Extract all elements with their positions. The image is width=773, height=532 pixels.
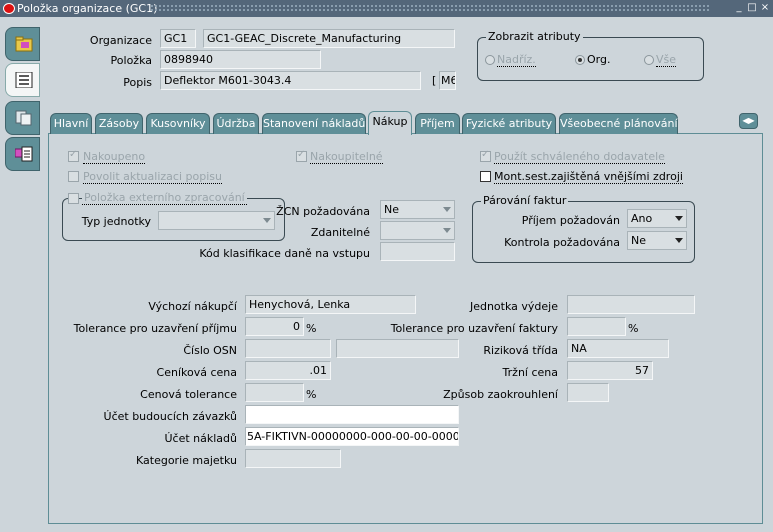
- trzni-cena-label: Tržní cena: [502, 366, 558, 379]
- descflex-field[interactable]: M6: [439, 71, 456, 90]
- zdanitelne-select[interactable]: [380, 221, 455, 240]
- list-icon: [15, 72, 33, 88]
- kategorie-majetku-label: Kategorie majetku: [136, 454, 237, 467]
- vychozi-nakupci-label: Výchozí nákupčí: [148, 300, 237, 313]
- vychozi-nakupci-field[interactable]: Henychová, Lenka: [245, 295, 416, 314]
- sidebar-categories-button[interactable]: [5, 137, 40, 171]
- zdanitelne-label: Zdanitelné: [310, 226, 370, 239]
- typ-jednotky-select[interactable]: [158, 211, 275, 230]
- maximize-button[interactable]: □: [746, 2, 758, 14]
- jednotka-vydeje-field[interactable]: [567, 295, 695, 314]
- ucet-nakladu-label: Účet nákladů: [164, 432, 237, 445]
- prijem-pozadovan-value: Ano: [631, 212, 653, 225]
- tab-nakup[interactable]: Nákup: [368, 111, 412, 135]
- tab-prijem[interactable]: Příjem: [415, 113, 460, 134]
- zobrazit-atributy-title: Zobrazit atributy: [486, 30, 583, 43]
- typ-jednotky-label: Typ jednotky: [81, 215, 151, 228]
- tab-vseobecne-planovani[interactable]: Všeobecné plánování: [559, 113, 678, 134]
- povolit-aktualizaci-checkbox[interactable]: [68, 171, 79, 182]
- radio-nadriz[interactable]: [485, 55, 495, 65]
- mont-sest-checkbox[interactable]: [480, 171, 491, 182]
- ucet-nakladu-field[interactable]: 5A-FIKTIVN-00000000-000-00-00-000000: [245, 427, 459, 446]
- organizace-name-field[interactable]: GC1-GEAC_Discrete_Manufacturing: [203, 29, 455, 48]
- radio-nadriz-label: Nadříz.: [497, 53, 536, 67]
- mont-sest-label: Mont.sest.zajištěná vnějšími zdroji: [494, 170, 683, 184]
- attachments-icon: [15, 110, 32, 126]
- sidebar-attachments-button[interactable]: [5, 101, 40, 135]
- sidebar-folder-button[interactable]: [5, 27, 40, 61]
- prijem-pozadovan-select[interactable]: Ano: [627, 209, 687, 228]
- rizikova-trida-label: Riziková třída: [483, 344, 558, 357]
- nakoupitelne-label: Nakoupitelné: [310, 150, 383, 164]
- tab-fyzicke-atributy[interactable]: Fyzické atributy: [462, 113, 556, 134]
- povolit-aktualizaci-label: Povolit aktualizaci popisu: [83, 170, 222, 184]
- tolerance-prijmu-label: Tolerance pro uzavření příjmu: [73, 322, 237, 335]
- nakoupitelne-checkbox[interactable]: [296, 149, 307, 162]
- nakoupeno-checkbox[interactable]: [68, 149, 79, 162]
- tab-scroll-button[interactable]: ◀▶: [739, 113, 758, 129]
- tolerance-prijmu-field[interactable]: 0: [245, 317, 304, 336]
- zpusob-zaokrouhleni-label: Způsob zaokrouhlení: [443, 388, 558, 401]
- cenova-tolerance-field[interactable]: [245, 383, 304, 402]
- cenikova-cena-field[interactable]: .01: [245, 361, 331, 380]
- close-button[interactable]: ×: [759, 2, 771, 14]
- radio-vse[interactable]: [644, 55, 654, 65]
- pouzit-schvaleneho-checkbox[interactable]: [480, 149, 491, 162]
- title-bar-texture: [150, 4, 711, 13]
- cenova-tolerance-percent: %: [306, 388, 317, 401]
- zcn-value: Ne: [384, 203, 399, 216]
- oracle-app-icon: [3, 3, 15, 14]
- kontrola-pozadovana-select[interactable]: Ne: [627, 231, 687, 250]
- tab-zasoby[interactable]: Zásoby: [95, 113, 143, 134]
- tab-udrzba[interactable]: Údržba: [213, 113, 259, 134]
- kategorie-majetku-field[interactable]: [245, 449, 341, 468]
- tab-stanoveni-nakladu[interactable]: Stanovení nákladů: [262, 113, 366, 134]
- window-title: Položka organizace (GC1): [17, 2, 158, 15]
- zcn-select[interactable]: Ne: [380, 200, 455, 219]
- rizikova-trida-field[interactable]: NA: [567, 339, 669, 358]
- radio-vse-label: Vše: [656, 53, 677, 67]
- zpusob-zaokrouhleni-field[interactable]: [567, 383, 609, 402]
- zcn-label: ŽCN požadována: [276, 205, 370, 218]
- cenova-tolerance-label: Cenová tolerance: [140, 388, 237, 401]
- tab-kusovniky[interactable]: Kusovníky: [146, 113, 210, 134]
- externi-zpracovani-checkbox[interactable]: [68, 193, 79, 204]
- popis-label: Popis: [123, 76, 152, 89]
- cenikova-cena-label: Ceníková cena: [156, 366, 237, 379]
- polozka-label: Položka: [110, 54, 152, 67]
- tab-hlavni[interactable]: Hlavní: [50, 113, 92, 134]
- minimize-button[interactable]: _: [733, 2, 745, 14]
- prijem-pozadovan-label: Příjem požadován: [521, 214, 620, 227]
- descflex-bracket: [: [432, 74, 437, 87]
- radio-org[interactable]: [575, 55, 585, 65]
- sidebar-list-button[interactable]: [5, 63, 40, 97]
- cislo-osn-label: Číslo OSN: [183, 344, 237, 357]
- tolerance-faktury-label: Tolerance pro uzavření faktury: [390, 322, 558, 335]
- kod-klasifikace-field[interactable]: [380, 242, 455, 261]
- kod-klasifikace-label: Kód klasifikace daně na vstupu: [199, 247, 370, 260]
- tolerance-faktury-field[interactable]: [567, 317, 626, 336]
- popis-field[interactable]: Deflektor M601-3043.4: [160, 71, 421, 90]
- parovani-faktur-title: Párování faktur: [481, 194, 569, 207]
- tolerance-prijmu-percent: %: [306, 322, 317, 335]
- externi-zpracovani-title: Položka externího zpracování: [82, 191, 247, 205]
- cislo-osn-field[interactable]: [245, 339, 331, 358]
- cislo-osn-desc-field[interactable]: [336, 339, 459, 358]
- kontrola-pozadovana-value: Ne: [631, 234, 646, 247]
- categories-icon: [15, 146, 33, 162]
- folder-icon: [15, 36, 33, 52]
- pouzit-schvaleneho-label: Použít schváleného dodavatele: [494, 150, 665, 164]
- trzni-cena-field[interactable]: 57: [567, 361, 653, 380]
- organizace-code-field[interactable]: GC1: [160, 29, 196, 48]
- nakoupeno-label: Nakoupeno: [83, 150, 146, 164]
- ucet-budoucich-label: Účet budoucích závazků: [103, 410, 237, 423]
- organizace-label: Organizace: [89, 34, 152, 47]
- ucet-budoucich-field[interactable]: [245, 405, 459, 424]
- kontrola-pozadovana-label: Kontrola požadována: [504, 236, 620, 249]
- tolerance-faktury-percent: %: [628, 322, 639, 335]
- polozka-field[interactable]: 0898940: [160, 50, 321, 69]
- jednotka-vydeje-label: Jednotka výdeje: [469, 300, 558, 313]
- radio-org-label: Org.: [587, 53, 611, 66]
- title-bar: Položka organizace (GC1) _ □ ×: [0, 0, 773, 17]
